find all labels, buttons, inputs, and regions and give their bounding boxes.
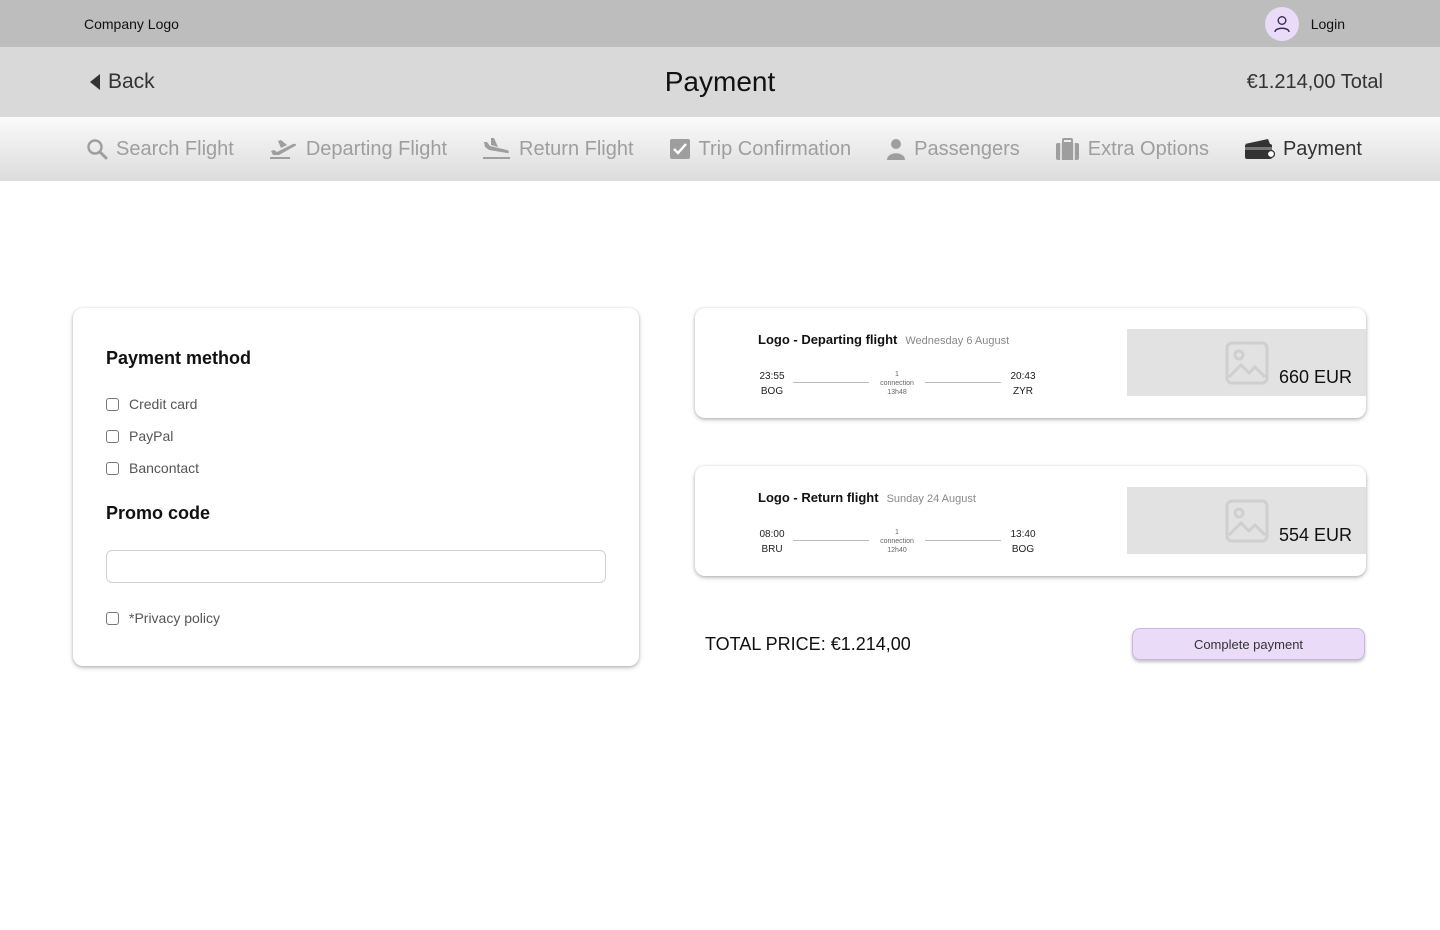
plane-takeoff-icon bbox=[269, 138, 298, 160]
departure-info: 08:00 BRU bbox=[755, 529, 789, 555]
login-button[interactable]: Login bbox=[1264, 7, 1345, 41]
arrival-info: 20:43 ZYR bbox=[1006, 371, 1040, 397]
step-label: Payment bbox=[1282, 137, 1362, 160]
promo-code-input[interactable] bbox=[106, 550, 606, 583]
image-placeholder-icon bbox=[1225, 499, 1269, 548]
total-price: TOTAL PRICE: €1.214,00 bbox=[705, 634, 911, 654]
route-line bbox=[793, 540, 869, 541]
step-label: Extra Options bbox=[1087, 137, 1209, 160]
step-search-flight[interactable]: Search Flight bbox=[86, 138, 234, 161]
plane-landing-icon bbox=[482, 138, 511, 160]
checkbox[interactable] bbox=[106, 611, 119, 625]
arrival-time: 13:40 bbox=[1010, 529, 1036, 540]
step-passengers[interactable]: Passengers bbox=[886, 138, 1020, 161]
privacy-policy-checkbox[interactable]: *Privacy policy bbox=[106, 610, 220, 626]
arrival-info: 13:40 BOG bbox=[1006, 529, 1040, 555]
privacy-policy-label: *Privacy policy bbox=[129, 610, 221, 626]
departure-airport: BRU bbox=[761, 544, 783, 555]
step-label: Passengers bbox=[914, 137, 1020, 160]
checkbox[interactable] bbox=[106, 461, 119, 475]
flight-name: Logo - Return flight bbox=[758, 490, 879, 505]
departing-flight-card[interactable]: Logo - Departing flight Wednesday 6 Augu… bbox=[695, 308, 1366, 418]
checkbox-icon bbox=[669, 138, 691, 160]
step-label: Search Flight bbox=[116, 137, 234, 160]
flight-price: 660 EUR bbox=[1278, 367, 1352, 387]
checkbox[interactable] bbox=[106, 397, 119, 411]
step-trip-confirmation[interactable]: Trip Confirmation bbox=[669, 137, 852, 161]
flight-name: Logo - Departing flight bbox=[758, 332, 898, 347]
complete-payment-button[interactable]: Complete payment bbox=[1132, 628, 1365, 660]
flight-date: Wednesday 6 August bbox=[905, 335, 1010, 347]
user-icon bbox=[1264, 7, 1299, 41]
arrival-time: 20:43 bbox=[1010, 371, 1036, 382]
top-bar: Company Logo Login bbox=[0, 0, 1440, 47]
connection-count: 1 bbox=[895, 529, 899, 536]
login-label: Login bbox=[1310, 16, 1345, 32]
step-label: Trip Confirmation bbox=[698, 137, 852, 160]
departure-info: 23:55 BOG bbox=[755, 371, 789, 397]
flight-title: Logo - Return flight Sunday 24 August bbox=[758, 490, 976, 505]
route-line bbox=[925, 540, 1001, 541]
departure-airport: BOG bbox=[760, 386, 784, 397]
departure-time: 23:55 bbox=[759, 371, 785, 382]
connection-label: connection bbox=[880, 538, 914, 545]
flight-duration: 13h48 bbox=[887, 389, 907, 396]
flight-duration: 12h40 bbox=[887, 547, 907, 554]
wallet-icon bbox=[1244, 138, 1275, 160]
connection-count: 1 bbox=[895, 371, 899, 378]
price-panel: 660 EUR bbox=[1127, 329, 1366, 396]
flight-price: 554 EUR bbox=[1278, 525, 1352, 545]
step-return-flight[interactable]: Return Flight bbox=[482, 138, 634, 161]
luggage-icon bbox=[1055, 138, 1080, 160]
step-label: Return Flight bbox=[519, 137, 634, 160]
checkbox[interactable] bbox=[106, 429, 119, 443]
option-label: Credit card bbox=[129, 396, 198, 412]
step-payment[interactable]: Payment bbox=[1244, 138, 1362, 161]
header-total: €1.214,00 Total bbox=[1246, 71, 1383, 93]
page-header: Back Payment €1.214,00 Total bbox=[0, 47, 1440, 117]
option-label: Bancontact bbox=[129, 460, 200, 476]
promo-code-title: Promo code bbox=[106, 503, 211, 523]
return-flight-card[interactable]: Logo - Return flight Sunday 24 August 08… bbox=[695, 466, 1366, 576]
step-label: Departing Flight bbox=[305, 137, 448, 160]
connection-info: 1 connection 13h48 bbox=[875, 370, 919, 397]
booking-stepper: Search Flight Departing Flight Return Fl… bbox=[0, 117, 1440, 181]
flight-date: Sunday 24 August bbox=[886, 493, 976, 505]
payment-card: Payment method Credit card PayPal Bancon… bbox=[73, 308, 639, 666]
route-line bbox=[793, 382, 869, 383]
flight-title: Logo - Departing flight Wednesday 6 Augu… bbox=[758, 332, 1009, 347]
payment-method-title: Payment method bbox=[106, 348, 252, 368]
bancontact-option[interactable]: Bancontact bbox=[106, 460, 199, 476]
page-title: Payment bbox=[664, 66, 776, 97]
connection-info: 1 connection 12h40 bbox=[875, 528, 919, 555]
option-label: PayPal bbox=[129, 428, 174, 444]
arrival-airport: ZYR bbox=[1013, 386, 1033, 397]
route-line bbox=[925, 382, 1001, 383]
step-extra-options[interactable]: Extra Options bbox=[1055, 138, 1209, 161]
search-icon bbox=[86, 138, 108, 160]
arrival-airport: BOG bbox=[1011, 544, 1035, 555]
person-icon bbox=[886, 138, 906, 160]
price-panel: 554 EUR bbox=[1127, 487, 1366, 554]
image-placeholder-icon bbox=[1225, 341, 1269, 390]
credit-card-option[interactable]: Credit card bbox=[106, 396, 197, 412]
step-departing-flight[interactable]: Departing Flight bbox=[269, 138, 447, 161]
paypal-option[interactable]: PayPal bbox=[106, 428, 173, 444]
departure-time: 08:00 bbox=[759, 529, 785, 540]
connection-label: connection bbox=[880, 380, 914, 387]
company-logo[interactable]: Company Logo bbox=[84, 16, 179, 32]
